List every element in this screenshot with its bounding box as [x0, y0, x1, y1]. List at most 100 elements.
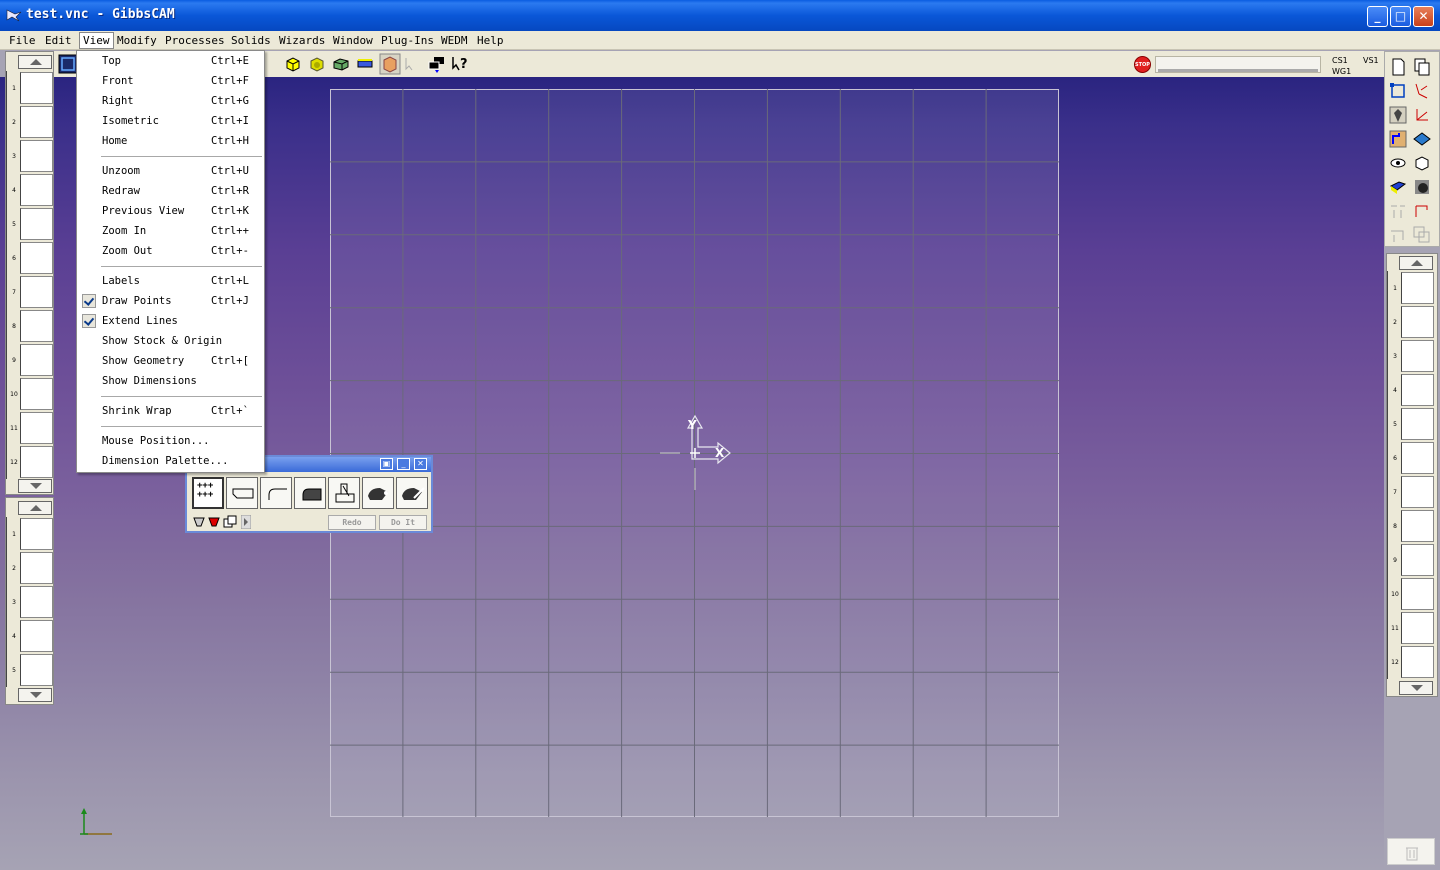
- left-top-tab-6[interactable]: 6: [6, 241, 54, 275]
- blue-solid-icon[interactable]: [1389, 178, 1407, 196]
- right-tab-10[interactable]: 10: [1387, 577, 1435, 611]
- copy-shape-icon[interactable]: [223, 515, 237, 529]
- left-top-tab-2[interactable]: 2: [6, 105, 54, 139]
- left-top-tab-11[interactable]: 11: [6, 411, 54, 445]
- right-tab-6[interactable]: 6: [1387, 441, 1435, 475]
- right-tab-4[interactable]: 4: [1387, 373, 1435, 407]
- view-menu-item-front[interactable]: Front Ctrl+F: [77, 72, 264, 92]
- redo-button[interactable]: Redo: [328, 515, 376, 530]
- context-help-icon[interactable]: ?: [452, 55, 470, 73]
- select-arrow-icon[interactable]: [404, 55, 414, 73]
- edit-shape-tool-button[interactable]: [396, 477, 428, 509]
- isometric-box-icon[interactable]: [284, 55, 302, 73]
- view-menu-item-draw-points[interactable]: Draw Points Ctrl+J: [77, 292, 264, 312]
- menu-view[interactable]: View: [79, 32, 114, 49]
- menu-plugins[interactable]: Plug-Ins: [378, 33, 437, 48]
- red-cone-tool-icon[interactable]: [207, 515, 221, 529]
- view-menu-item-unzoom[interactable]: Unzoom Ctrl+U: [77, 162, 264, 182]
- view-menu-item-top[interactable]: Top Ctrl+E: [77, 52, 264, 72]
- view-menu-item-shrink-wrap[interactable]: Shrink Wrap Ctrl+`: [77, 402, 264, 422]
- view-menu-item-show-dimensions[interactable]: Show Dimensions: [77, 372, 264, 392]
- fill-tool-button[interactable]: [362, 477, 394, 509]
- left-top-tab-12[interactable]: 12: [6, 445, 54, 479]
- left-bottom-tab-2[interactable]: 2: [6, 551, 54, 585]
- left-top-tab-5[interactable]: 5: [6, 207, 54, 241]
- geometry-rect-icon[interactable]: [1389, 82, 1407, 100]
- view-menu-item-isometric[interactable]: Isometric Ctrl+I: [77, 112, 264, 132]
- align-icon[interactable]: [1389, 226, 1407, 244]
- left-top-tab-8[interactable]: 8: [6, 309, 54, 343]
- menu-help[interactable]: Help: [474, 33, 507, 48]
- stop-button[interactable]: STOP: [1134, 56, 1151, 73]
- cone-tool-icon[interactable]: [192, 515, 206, 529]
- render-toggle-icon[interactable]: [379, 53, 401, 75]
- close-button[interactable]: ✕: [1413, 6, 1434, 27]
- eye-view-icon[interactable]: [1389, 154, 1407, 172]
- right-tab-2[interactable]: 2: [1387, 305, 1435, 339]
- view-menu-item-zoom-out[interactable]: Zoom Out Ctrl+-: [77, 242, 264, 262]
- right-tab-7[interactable]: 7: [1387, 475, 1435, 509]
- left-bottom-tab-5[interactable]: 5: [6, 653, 54, 687]
- expand-arrow-icon[interactable]: [241, 515, 251, 529]
- solid-box-icon[interactable]: [1413, 154, 1431, 172]
- points-tool-button[interactable]: +++ +++: [192, 477, 224, 509]
- menu-wedm[interactable]: WEDM: [438, 33, 471, 48]
- top-view-icon[interactable]: [58, 54, 78, 74]
- left-bottom-tab-1[interactable]: 1: [6, 517, 54, 551]
- left-top-tab-7[interactable]: 7: [6, 275, 54, 309]
- menu-processes[interactable]: Processes: [162, 33, 228, 48]
- view-menu-item-show-stock-origin[interactable]: Show Stock & Origin: [77, 332, 264, 352]
- minimize-button[interactable]: _: [1367, 6, 1388, 27]
- view-menu-item-mouse-position[interactable]: Mouse Position...: [77, 432, 264, 452]
- chamfer-tool-button[interactable]: [226, 477, 258, 509]
- view-menu-item-redraw[interactable]: Redraw Ctrl+R: [77, 182, 264, 202]
- render-sphere-icon[interactable]: [1413, 178, 1431, 196]
- left-top-scroll-down[interactable]: [18, 479, 52, 493]
- menu-modify[interactable]: Modify: [114, 33, 160, 48]
- right-tab-9[interactable]: 9: [1387, 543, 1435, 577]
- view-menu-item-show-geometry[interactable]: Show Geometry Ctrl+[: [77, 352, 264, 372]
- left-bottom-scroll-up[interactable]: [18, 501, 52, 515]
- left-top-tab-4[interactable]: 4: [6, 173, 54, 207]
- new-document-icon[interactable]: [1389, 58, 1407, 76]
- left-top-tab-1[interactable]: 1: [6, 71, 54, 105]
- curve-tool-icon[interactable]: [1413, 82, 1431, 100]
- mill-tool-icon[interactable]: [1389, 106, 1407, 124]
- view-menu-item-dimension-palette[interactable]: Dimension Palette...: [77, 452, 264, 472]
- menu-solids[interactable]: Solids: [228, 33, 274, 48]
- maximize-button[interactable]: □: [1390, 6, 1411, 27]
- right-tab-11[interactable]: 11: [1387, 611, 1435, 645]
- right-tab-3[interactable]: 3: [1387, 339, 1435, 373]
- view-menu-item-right[interactable]: Right Ctrl+G: [77, 92, 264, 112]
- transform-icon[interactable]: [1389, 202, 1407, 220]
- palette-close-button[interactable]: ✕: [414, 458, 427, 470]
- right-scroll-down[interactable]: [1399, 681, 1433, 695]
- trash-button[interactable]: [1387, 838, 1435, 865]
- flat-solid-icon[interactable]: [356, 55, 374, 73]
- palette-pin-button[interactable]: ▣: [380, 458, 393, 470]
- right-tab-5[interactable]: 5: [1387, 407, 1435, 441]
- dimension-icon[interactable]: [1413, 202, 1431, 220]
- fillet-tool-button[interactable]: [260, 477, 292, 509]
- view-menu-item-labels[interactable]: Labels Ctrl+L: [77, 272, 264, 292]
- left-top-tab-10[interactable]: 10: [6, 377, 54, 411]
- right-scroll-up[interactable]: [1399, 256, 1433, 270]
- multi-copy-icon[interactable]: [1413, 226, 1431, 244]
- machine-tool-button[interactable]: [328, 477, 360, 509]
- right-tab-8[interactable]: 8: [1387, 509, 1435, 543]
- left-bottom-tab-4[interactable]: 4: [6, 619, 54, 653]
- view-menu-item-extend-lines[interactable]: Extend Lines: [77, 312, 264, 332]
- left-bottom-tab-3[interactable]: 3: [6, 585, 54, 619]
- wireframe-solid-icon[interactable]: [332, 55, 350, 73]
- axis-tool-icon[interactable]: [1413, 106, 1431, 124]
- cascade-windows-icon[interactable]: [427, 55, 447, 73]
- left-top-tab-9[interactable]: 9: [6, 343, 54, 377]
- left-bottom-scroll-down[interactable]: [18, 688, 52, 702]
- view-menu-item-zoom-in[interactable]: Zoom In Ctrl++: [77, 222, 264, 242]
- shape-tool-button[interactable]: [294, 477, 326, 509]
- view-menu-item-previous-view[interactable]: Previous View Ctrl+K: [77, 202, 264, 222]
- toolpath-icon[interactable]: [1389, 130, 1407, 148]
- left-top-tab-3[interactable]: 3: [6, 139, 54, 173]
- view-menu-item-home[interactable]: Home Ctrl+H: [77, 132, 264, 152]
- menu-window[interactable]: Window: [330, 33, 376, 48]
